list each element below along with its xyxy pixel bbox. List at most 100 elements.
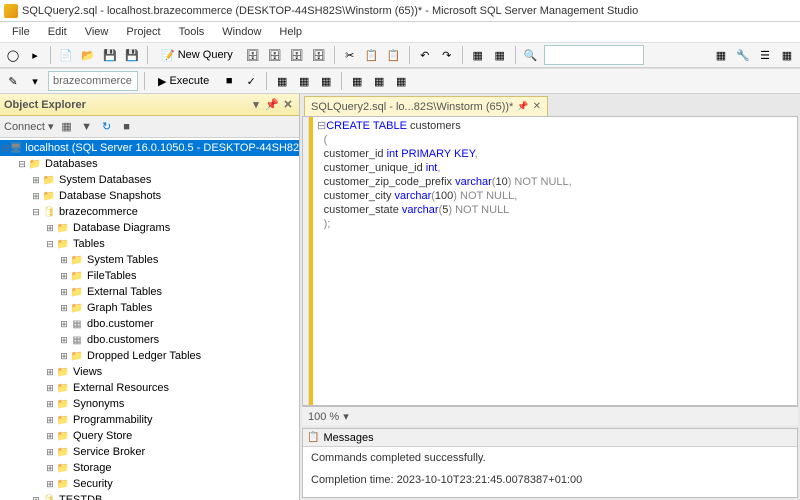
filter-icon[interactable]: ▦ [60, 120, 74, 134]
open-icon[interactable]: 📂 [79, 46, 97, 64]
dropped-node[interactable]: ⊞📁Dropped Ledger Tables [0, 348, 299, 364]
q6-icon[interactable]: ▦ [392, 72, 410, 90]
menu-tools[interactable]: Tools [171, 24, 213, 40]
object-explorer-toolbar: Connect ▾ ▦ ▼ ↻ ■ [0, 116, 299, 138]
dbdiag-node[interactable]: ⊞📁Database Diagrams [0, 220, 299, 236]
sort-icon[interactable]: ▼ [80, 120, 94, 134]
comment-icon[interactable]: ▦ [469, 46, 487, 64]
editor-tabbar: SQLQuery2.sql - lo...82S\Winstorm (65))*… [300, 94, 800, 116]
storage-node[interactable]: ⊞📁Storage [0, 460, 299, 476]
object-explorer-title: Object Explorer [4, 99, 86, 111]
testdb-node[interactable]: ⊞🛢TESTDB [0, 492, 299, 500]
messages-panel: 📋 Messages Commands completed successful… [302, 428, 798, 498]
tab-label: SQLQuery2.sql - lo...82S\Winstorm (65))* [311, 101, 513, 113]
filetables-node[interactable]: ⊞📁FileTables [0, 268, 299, 284]
stop-icon[interactable]: ■ [220, 72, 238, 90]
menu-view[interactable]: View [77, 24, 117, 40]
menu-edit[interactable]: Edit [40, 24, 75, 40]
dbocustomer-node[interactable]: ⊞▦dbo.customer [0, 316, 299, 332]
separator [266, 72, 267, 90]
q5-icon[interactable]: ▦ [370, 72, 388, 90]
editor-tab[interactable]: SQLQuery2.sql - lo...82S\Winstorm (65))*… [304, 96, 548, 116]
qstore-node[interactable]: ⊞📁Query Store [0, 428, 299, 444]
menu-window[interactable]: Window [214, 24, 269, 40]
close-icon[interactable]: ✕ [281, 98, 295, 112]
code-editor[interactable]: ⊟CREATE TABLE customers ( customer_id in… [302, 116, 798, 406]
indent-icon[interactable]: ▦ [491, 46, 509, 64]
menu-project[interactable]: Project [118, 24, 168, 40]
redo-icon[interactable]: ↷ [438, 46, 456, 64]
menu-file[interactable]: File [4, 24, 38, 40]
nav-fwd-icon[interactable]: ▸ [26, 46, 44, 64]
tool3-icon[interactable]: ☰ [756, 46, 774, 64]
window-title: SQLQuery2.sql - localhost.brazecommerce … [22, 5, 638, 17]
separator [144, 72, 145, 90]
refresh-icon[interactable]: ↻ [100, 120, 114, 134]
db3-icon[interactable]: 🗄 [288, 46, 306, 64]
pin-icon[interactable]: 📌 [265, 98, 279, 112]
tool1-icon[interactable]: ▦ [712, 46, 730, 64]
main-area: Object Explorer ▾ 📌 ✕ Connect ▾ ▦ ▼ ↻ ■ … [0, 94, 800, 500]
saveall-icon[interactable]: 💾 [123, 46, 141, 64]
close-tab-icon[interactable]: ✕ [533, 101, 541, 112]
search-combo[interactable] [544, 45, 644, 65]
dd-icon[interactable]: ▾ [26, 72, 44, 90]
menu-help[interactable]: Help [271, 24, 310, 40]
database-combo[interactable]: brazecommerce [48, 71, 138, 91]
stop2-icon[interactable]: ■ [120, 120, 134, 134]
code-text[interactable]: ⊟CREATE TABLE customers ( customer_id in… [313, 117, 797, 405]
exttables-node[interactable]: ⊞📁External Tables [0, 284, 299, 300]
toolbar-query: ✎ ▾ brazecommerce ▶Execute ■ ✓ ▦ ▦ ▦ ▦ ▦… [0, 68, 800, 94]
databases-node[interactable]: ⊟📁Databases [0, 156, 299, 172]
zoom-value[interactable]: 100 % [308, 411, 339, 423]
syn-node[interactable]: ⊞📁Synonyms [0, 396, 299, 412]
msg-line1: Commands completed successfully. [311, 451, 789, 465]
dropdown-icon[interactable]: ▾ [249, 98, 263, 112]
extres-node[interactable]: ⊞📁External Resources [0, 380, 299, 396]
tool4-icon[interactable]: ▦ [778, 46, 796, 64]
zoom-bar: 100 % ▾ [302, 406, 798, 426]
q2-icon[interactable]: ▦ [295, 72, 313, 90]
messages-tab[interactable]: 📋 Messages [303, 429, 797, 447]
db-icon[interactable]: 🗄 [244, 46, 262, 64]
paste-icon[interactable]: 📋 [385, 46, 403, 64]
graphtables-node[interactable]: ⊞📁Graph Tables [0, 300, 299, 316]
cut-icon[interactable]: ✂ [341, 46, 359, 64]
db2-icon[interactable]: 🗄 [266, 46, 284, 64]
dbsnap-node[interactable]: ⊞📁Database Snapshots [0, 188, 299, 204]
find-icon[interactable]: 🔍 [522, 46, 540, 64]
q3-icon[interactable]: ▦ [317, 72, 335, 90]
separator [515, 46, 516, 64]
undo-icon[interactable]: ↶ [416, 46, 434, 64]
zoom-dropdown-icon[interactable]: ▾ [343, 410, 349, 423]
q1-icon[interactable]: ▦ [273, 72, 291, 90]
nav-back-icon[interactable]: ◯ [4, 46, 22, 64]
server-node[interactable]: ⊟🖥localhost (SQL Server 16.0.1050.5 - DE… [0, 140, 299, 156]
toolbar-main: ◯ ▸ 📄 📂 💾 💾 📝New Query 🗄 🗄 🗄 🗄 ✂ 📋 📋 ↶ ↷… [0, 42, 800, 68]
copy-icon[interactable]: 📋 [363, 46, 381, 64]
security-node[interactable]: ⊞📁Security [0, 476, 299, 492]
db4-icon[interactable]: 🗄 [310, 46, 328, 64]
msg-line2: Completion time: 2023-10-10T23:21:45.007… [311, 473, 789, 487]
systables-node[interactable]: ⊞📁System Tables [0, 252, 299, 268]
svcbroker-node[interactable]: ⊞📁Service Broker [0, 444, 299, 460]
tool2-icon[interactable]: 🔧 [734, 46, 752, 64]
parse-icon[interactable]: ✎ [4, 72, 22, 90]
tables-node[interactable]: ⊟📁Tables [0, 236, 299, 252]
new-icon[interactable]: 📄 [57, 46, 75, 64]
save-icon[interactable]: 💾 [101, 46, 119, 64]
sysdb-node[interactable]: ⊞📁System Databases [0, 172, 299, 188]
check-icon[interactable]: ✓ [242, 72, 260, 90]
new-query-button[interactable]: 📝New Query [154, 45, 240, 65]
connect-button[interactable]: Connect ▾ [4, 120, 54, 133]
braze-node[interactable]: ⊟🛢brazecommerce [0, 204, 299, 220]
views-node[interactable]: ⊞📁Views [0, 364, 299, 380]
pin-icon[interactable]: 📌 [517, 101, 528, 112]
prog-node[interactable]: ⊞📁Programmability [0, 412, 299, 428]
tree-view[interactable]: ⊟🖥localhost (SQL Server 16.0.1050.5 - DE… [0, 138, 299, 500]
dbocustomers-node[interactable]: ⊞▦dbo.customers [0, 332, 299, 348]
q4-icon[interactable]: ▦ [348, 72, 366, 90]
separator [341, 72, 342, 90]
execute-button[interactable]: ▶Execute [151, 71, 216, 91]
menu-bar: File Edit View Project Tools Window Help [0, 22, 800, 42]
